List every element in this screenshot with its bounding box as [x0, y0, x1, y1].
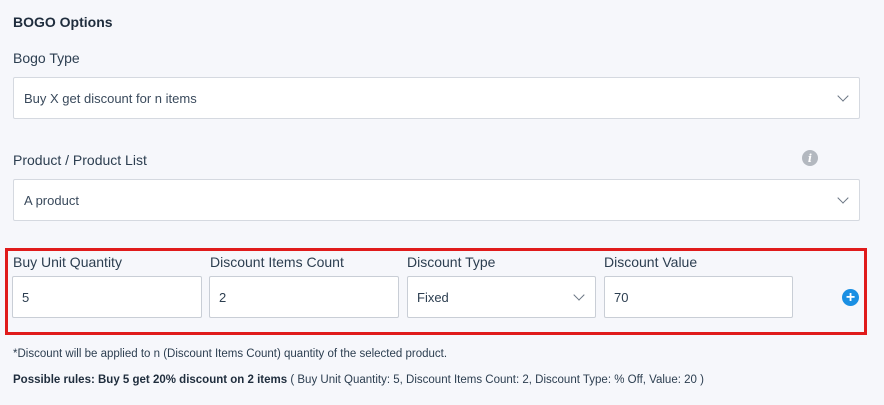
discount-note: *Discount will be applied to n (Discount… — [13, 348, 448, 360]
section-title: BOGO Options — [13, 14, 113, 30]
bogo-type-value: Buy X get discount for n items — [24, 90, 197, 106]
possible-rules-title: Possible rules: Buy 5 get 20% discount o… — [13, 374, 288, 386]
info-icon[interactable]: i — [802, 150, 818, 166]
discount-items-count-label: Discount Items Count — [210, 254, 344, 270]
discount-items-count-value: 2 — [219, 289, 227, 305]
discount-type-select[interactable]: Fixed — [407, 276, 596, 318]
discount-type-value: Fixed — [417, 289, 449, 305]
product-value: A product — [24, 192, 79, 208]
discount-type-label: Discount Type — [407, 254, 496, 270]
buy-unit-quantity-value: 5 — [22, 289, 30, 305]
bogo-type-select[interactable]: Buy X get discount for n items — [13, 77, 860, 119]
plus-circle-icon[interactable]: + — [842, 289, 859, 306]
discount-value-input[interactable]: 70 — [604, 276, 793, 318]
chevron-down-icon — [837, 192, 849, 204]
buy-unit-quantity-input[interactable]: 5 — [12, 276, 202, 318]
product-select[interactable]: A product — [13, 179, 860, 221]
chevron-down-icon — [573, 289, 585, 301]
possible-rules-detail: ( Buy Unit Quantity: 5, Discount Items C… — [287, 374, 704, 386]
chevron-down-icon — [837, 90, 849, 102]
product-label: Product / Product List — [13, 152, 147, 168]
discount-items-count-input[interactable]: 2 — [209, 276, 399, 318]
discount-value-label: Discount Value — [604, 254, 698, 270]
discount-value-value: 70 — [614, 289, 629, 305]
bogo-type-label: Bogo Type — [13, 50, 80, 66]
possible-rules: Possible rules: Buy 5 get 20% discount o… — [13, 374, 704, 386]
buy-unit-quantity-label: Buy Unit Quantity — [13, 254, 122, 270]
